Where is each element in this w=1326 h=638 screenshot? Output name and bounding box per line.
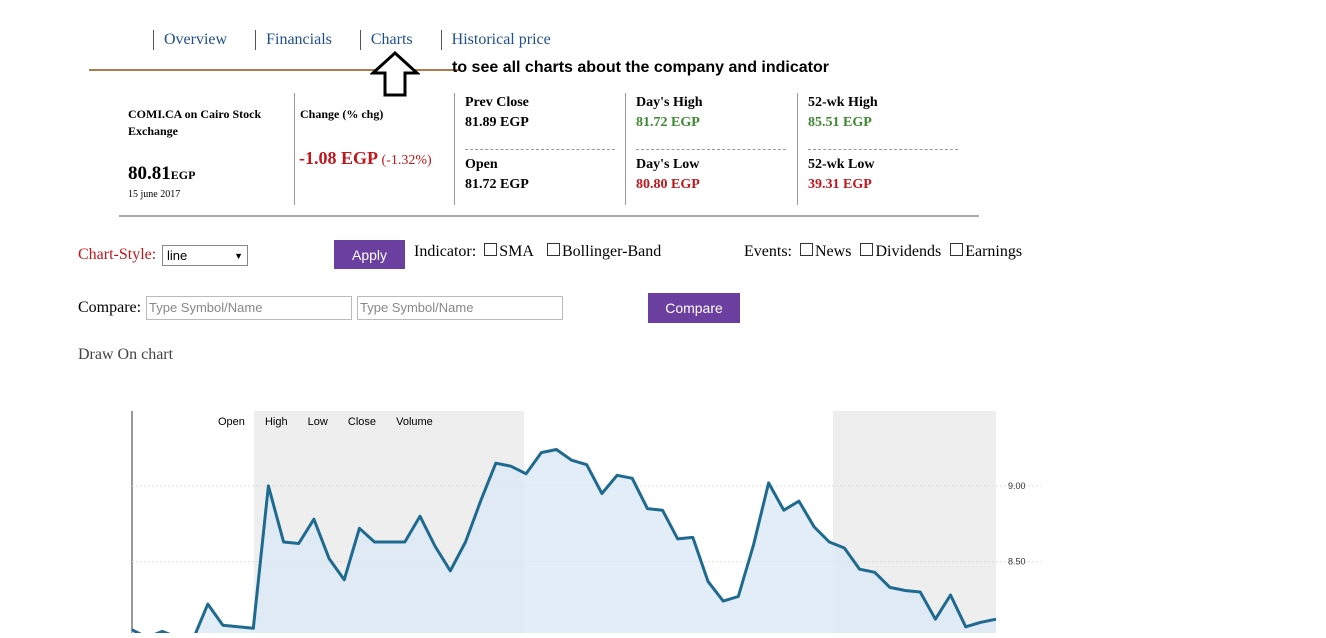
indicator-label: Indicator: [414, 243, 477, 260]
y-tick-label: 9.00 [1008, 481, 1026, 491]
wk52-high-label: 52-wk High [808, 95, 878, 110]
chart-style-select[interactable]: line ▼ [162, 245, 248, 266]
quote-price-cell: COMI.CA on Cairo Stock Exchange 80.81EGP… [119, 93, 295, 205]
events-label: Events: [744, 243, 792, 260]
wk52-low-value: 39.31 EGP [808, 177, 872, 192]
symbol-line-2: Exchange [128, 124, 179, 138]
legend-item[interactable]: Low [308, 416, 328, 428]
days-high-label: Day's High [636, 95, 703, 110]
chart-style-label: Chart-Style: [78, 246, 157, 263]
compare-input-2[interactable]: Type Symbol/Name [357, 296, 563, 320]
sma-checkbox[interactable] [484, 243, 498, 256]
days-low-label: Day's Low [636, 157, 700, 172]
draw-on-chart-link[interactable]: Draw On chart [78, 346, 173, 364]
legend-item[interactable]: Close [348, 416, 376, 428]
day-range-cell: Day's High 81.72 EGP Day's Low 80.80 EGP [625, 93, 798, 205]
news-checkbox[interactable] [800, 243, 813, 256]
change-amount: -1.08 EGP [299, 148, 378, 168]
price-value: 80.81 [128, 163, 171, 184]
dividends-checkbox[interactable] [860, 243, 874, 256]
price-unit: EGP [170, 168, 196, 182]
chart-style-value: line [167, 248, 188, 263]
y-tick-label: 8.50 [1008, 557, 1026, 567]
dashed-divider [808, 149, 958, 150]
charts-annotation: to see all charts about the company and … [452, 59, 829, 76]
compare-input-1[interactable]: Type Symbol/Name [146, 296, 352, 320]
wk52-low-label: 52-wk Low [808, 157, 875, 172]
symbol-exchange: COMI.CA on Cairo Stock Exchange [128, 106, 261, 140]
news-label: News [815, 243, 852, 260]
change-percent: (-1.32%) [381, 153, 432, 168]
last-price: 80.81EGP [128, 163, 195, 185]
open-label: Open [465, 157, 498, 172]
open-value: 81.72 EGP [465, 177, 529, 192]
chart-canvas: 9.008.508.00 [131, 411, 1041, 638]
indicator-group: Indicator: SMA Bollinger-Band [414, 243, 661, 261]
prev-close-value: 81.89 EGP [465, 115, 529, 130]
change-label: Change (% chg) [300, 107, 384, 121]
compare-label: Compare: [78, 299, 142, 316]
compare-button[interactable]: Compare [648, 293, 740, 323]
chevron-down-icon: ▼ [234, 250, 243, 261]
sma-label: SMA [499, 243, 533, 260]
price-chart: 9.008.508.00 Open High Low Close Volume [131, 411, 1051, 638]
nav-financials[interactable]: Financials [255, 30, 342, 50]
days-low-value: 80.80 EGP [636, 177, 700, 192]
bollinger-checkbox[interactable] [547, 243, 560, 256]
up-arrow-icon [370, 51, 420, 97]
change-cell: Change (% chg) -1.08 EGP (-1.32%) [294, 93, 455, 205]
legend-item[interactable]: High [265, 416, 288, 428]
prev-close-label: Prev Close [465, 95, 529, 110]
legend-item[interactable]: Volume [396, 416, 433, 428]
chart-legend: Open High Low Close Volume [218, 416, 433, 428]
earnings-checkbox[interactable] [950, 243, 964, 256]
nav-overview[interactable]: Overview [153, 30, 237, 50]
change-value: -1.08 EGP (-1.32%) [299, 148, 432, 169]
quote-bottom-rule [119, 215, 979, 217]
dashed-divider [636, 149, 786, 150]
symbol-line-1: COMI.CA on Cairo Stock [128, 107, 262, 121]
quote-date: 15 june 2017 [128, 189, 181, 200]
bollinger-label: Bollinger-Band [562, 243, 662, 260]
wk52-high-value: 85.51 EGP [808, 115, 872, 130]
earnings-label: Earnings [965, 243, 1023, 260]
dashed-divider [465, 149, 615, 150]
nav-historical-price[interactable]: Historical price [440, 30, 561, 50]
section-nav: Overview Financials Charts Historical pr… [153, 30, 579, 50]
nav-charts[interactable]: Charts [359, 30, 423, 50]
close-open-cell: Prev Close 81.89 EGP Open 81.72 EGP [454, 93, 626, 205]
apply-button[interactable]: Apply [334, 240, 405, 269]
legend-item[interactable]: Open [218, 416, 245, 428]
dividends-label: Dividends [875, 243, 942, 260]
year-range-cell: 52-wk High 85.51 EGP 52-wk Low 39.31 EGP [797, 93, 977, 205]
days-high-value: 81.72 EGP [636, 115, 700, 130]
events-group: Events: News Dividends Earnings [744, 243, 1022, 261]
